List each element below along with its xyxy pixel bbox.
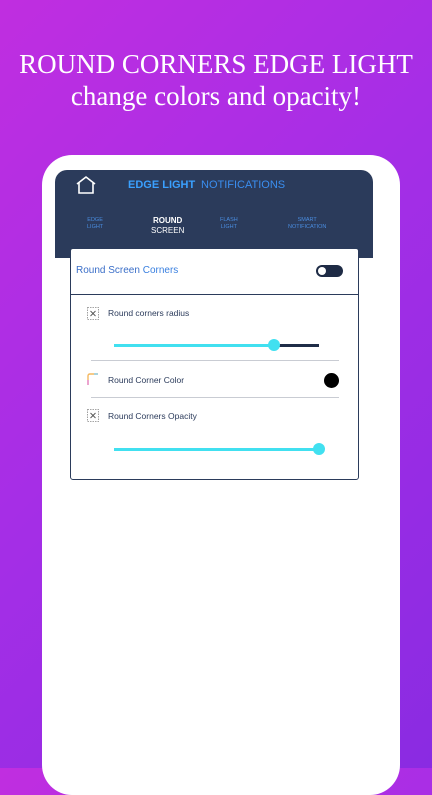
- radius-slider-fill: [114, 344, 274, 347]
- toggle-knob: [318, 267, 326, 275]
- subtab-round-screen-line1: ROUND: [153, 216, 183, 225]
- subtab-edge-light-line1: EDGE: [87, 217, 103, 223]
- opacity-slider-thumb[interactable]: [313, 443, 325, 455]
- subtab-smart-notification-line1: SMART: [297, 217, 317, 223]
- promo-line-2: change colors and opacity!: [70, 81, 362, 111]
- divider: [91, 360, 339, 361]
- subtab-flash-light-line2: LIGHT: [220, 224, 237, 230]
- opacity-label: Round Corners Opacity: [108, 411, 197, 421]
- opacity-slider-fill: [114, 448, 319, 451]
- subtab-flash-light-line1: FLASH: [220, 217, 238, 223]
- corner-color-label: Round Corner Color: [108, 375, 185, 385]
- subtab-edge-light-line2: LIGHT: [87, 224, 104, 230]
- subtab-round-screen-line2: SCREEN: [151, 226, 185, 235]
- expand-corners-icon: [87, 307, 99, 320]
- color-corner-icon: [87, 373, 98, 385]
- round-screen-card: Round Screen Corners Round corners radiu…: [70, 248, 359, 480]
- card-title-part2: Corners: [142, 265, 179, 276]
- card-title: Round Screen Corners: [76, 265, 178, 276]
- radius-label: Round corners radius: [108, 308, 190, 318]
- subtab-edge-light[interactable]: EDGE LIGHT: [87, 217, 103, 231]
- promo-headline: ROUND CORNERS EDGE LIGHT change colors a…: [0, 48, 432, 112]
- tab-edge-light[interactable]: EDGE LIGHT: [128, 179, 195, 191]
- app-screen: EDGE LIGHT NOTIFICATIONS EDGE LIGHT ROUN…: [55, 170, 373, 770]
- promo-line-1: ROUND CORNERS EDGE LIGHT: [19, 49, 413, 79]
- card-header: Round Screen Corners: [71, 249, 358, 295]
- home-icon[interactable]: [75, 175, 97, 195]
- subtab-round-screen[interactable]: ROUND SCREEN: [151, 216, 184, 236]
- subtab-flash-light[interactable]: FLASH LIGHT: [220, 217, 238, 231]
- subtab-smart-notification-line2: NOTIFICATION: [288, 224, 327, 230]
- subtab-smart-notification[interactable]: SMART NOTIFICATION: [288, 217, 326, 231]
- expand-corners-icon: [87, 409, 99, 422]
- divider: [91, 397, 339, 398]
- tab-notifications[interactable]: NOTIFICATIONS: [201, 179, 285, 191]
- radius-slider-thumb[interactable]: [268, 339, 280, 351]
- round-corners-toggle[interactable]: [316, 265, 343, 277]
- top-navbar: EDGE LIGHT NOTIFICATIONS EDGE LIGHT ROUN…: [55, 170, 373, 258]
- card-title-part1: Round Screen: [76, 265, 140, 276]
- corner-color-swatch[interactable]: [324, 373, 339, 388]
